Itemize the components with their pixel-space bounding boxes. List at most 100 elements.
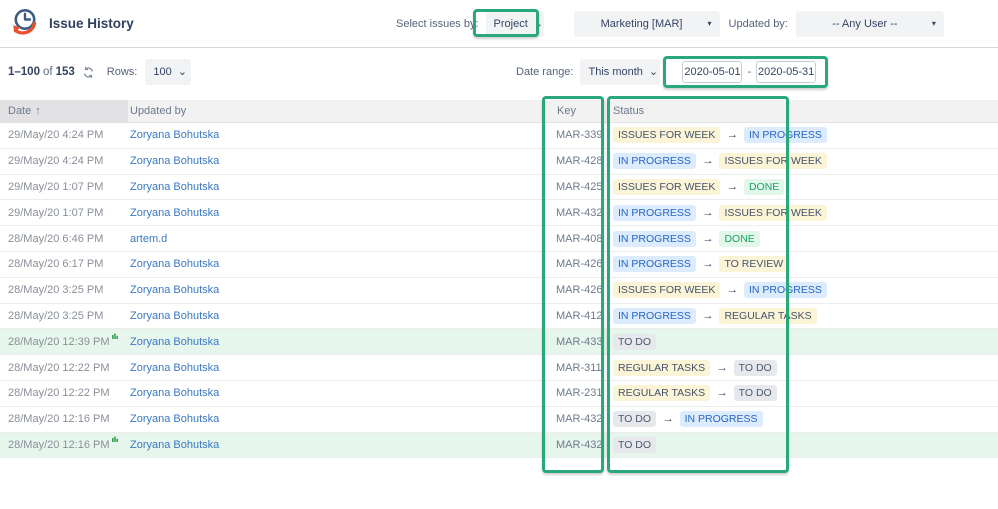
cell-key: MAR-426 — [556, 284, 603, 297]
sort-ascending-icon: ↑ — [35, 105, 41, 117]
table-row: 29/May/20 1:07 PM Zoryana Bohutska MAR-432… — [0, 200, 998, 227]
status-badge: IN PROGRESS — [613, 307, 696, 324]
status-badge: ISSUES FOR WEEK — [613, 282, 721, 299]
cell-status: REGULAR TASKS → TO DO — [604, 385, 998, 402]
transition-arrow-icon: → — [716, 361, 728, 374]
table-header: Date ↑ Updated by Key Status — [0, 100, 998, 123]
transition-arrow-icon: → — [662, 413, 674, 426]
column-header-updated-by[interactable]: Updated by — [128, 100, 544, 122]
user-link[interactable]: Zoryana Bohutska — [130, 362, 219, 374]
cell-updated-by: artem.d — [128, 233, 544, 245]
date-preset-dropdown[interactable]: This month ⌄ — [580, 59, 661, 85]
column-header-key[interactable]: Key — [544, 100, 604, 122]
cell-date: 28/May/20 3:25 PM — [8, 309, 104, 322]
user-link[interactable]: Zoryana Bohutska — [130, 284, 219, 296]
cell-key: MAR-339 — [556, 129, 603, 142]
cell-status: IN PROGRESS → DONE — [604, 230, 998, 247]
updated-by-label: Updated by: — [728, 17, 788, 30]
cell-status: TO DO — [604, 436, 998, 453]
table-row: 29/May/20 4:24 PM Zoryana Bohutska MAR-339… — [0, 123, 998, 149]
user-link[interactable]: Zoryana Bohutska — [130, 413, 219, 425]
status-badge: IN PROGRESS — [743, 282, 827, 299]
caret-down-icon: ▾ — [931, 19, 936, 28]
chevron-down-icon: ⌄ — [648, 66, 659, 78]
date-separator: - — [747, 66, 752, 78]
cell-status: IN PROGRESS → REGULAR TASKS — [604, 307, 998, 324]
user-link[interactable]: Zoryana Bohutska — [130, 336, 219, 348]
user-link[interactable]: Zoryana Bohutska — [130, 439, 219, 451]
status-badge: REGULAR TASKS — [719, 307, 817, 324]
issues-by-dropdown[interactable]: Project ⌄ — [485, 10, 544, 37]
app-header: Issue History Select issues by: Project … — [0, 0, 998, 48]
new-entry-indicator-icon — [111, 433, 118, 445]
pagination-group: 1–100 of 153 Rows: 100 ⌄ — [8, 48, 192, 96]
cell-updated-by: Zoryana Bohutska — [128, 387, 544, 399]
status-badge: ISSUES FOR WEEK — [613, 127, 721, 144]
issue-history-app: Issue History Select issues by: Project … — [0, 0, 998, 509]
status-badge: REGULAR TASKS — [613, 359, 711, 376]
cell-status: ISSUES FOR WEEK → DONE — [604, 178, 998, 195]
caret-down-icon: ▾ — [707, 19, 712, 28]
table-body: 29/May/20 4:24 PM Zoryana Bohutska MAR-339… — [0, 123, 998, 459]
table-row: 28/May/20 12:22 PM Zoryana Bohutska MAR-23… — [0, 381, 998, 407]
cell-updated-by: Zoryana Bohutska — [128, 362, 544, 374]
cell-updated-by: Zoryana Bohutska — [128, 310, 544, 322]
cell-key: MAR-408 — [556, 232, 603, 245]
status-badge: IN PROGRESS — [613, 153, 696, 170]
column-header-date[interactable]: Date ↑ — [0, 100, 128, 122]
status-badge: DONE — [719, 230, 760, 247]
cell-key: MAR-311 — [556, 361, 602, 374]
status-badge: ISSUES FOR WEEK — [719, 204, 827, 221]
table-row: 28/May/20 12:39 PM Zoryana Bohutska MAR-43… — [0, 329, 998, 356]
cell-date: 29/May/20 4:24 PM — [8, 129, 104, 142]
user-link[interactable]: Zoryana Bohutska — [130, 207, 219, 219]
status-badge: TO DO — [733, 359, 777, 376]
cell-date: 29/May/20 4:24 PM — [8, 155, 104, 168]
user-link[interactable]: Zoryana Bohutska — [130, 155, 219, 167]
page-title: Issue History — [49, 15, 134, 31]
status-badge: TO DO — [733, 385, 777, 402]
rows-per-page-dropdown[interactable]: 100 ⌄ — [145, 59, 192, 85]
status-badge: IN PROGRESS — [613, 204, 696, 221]
cell-updated-by: Zoryana Bohutska — [128, 439, 544, 451]
status-badge: TO REVIEW — [719, 256, 789, 273]
toolbar: 1–100 of 153 Rows: 100 ⌄ Date range: This … — [0, 48, 998, 96]
status-badge: ISSUES FOR WEEK — [719, 153, 827, 170]
cell-key: MAR-428 — [556, 155, 603, 168]
status-badge: REGULAR TASKS — [613, 385, 711, 402]
column-header-status[interactable]: Status — [604, 100, 998, 122]
cell-status: IN PROGRESS → ISSUES FOR WEEK — [604, 204, 998, 221]
date-to-input[interactable] — [756, 61, 817, 83]
cell-updated-by: Zoryana Bohutska — [128, 258, 544, 270]
project-dropdown[interactable]: Marketing [MAR] ▾ — [573, 10, 720, 37]
new-entry-indicator-icon — [111, 330, 118, 342]
table-row: 28/May/20 12:16 PM Zoryana Bohutska MAR-43… — [0, 432, 998, 459]
transition-arrow-icon: → — [726, 180, 738, 193]
transition-arrow-icon: → — [701, 258, 714, 271]
cell-status: IN PROGRESS → ISSUES FOR WEEK — [604, 153, 998, 170]
refresh-icon[interactable] — [82, 66, 95, 79]
user-link[interactable]: artem.d — [130, 233, 167, 245]
status-badge: IN PROGRESS — [613, 230, 696, 247]
user-link[interactable]: Zoryana Bohutska — [130, 387, 219, 399]
user-link[interactable]: Zoryana Bohutska — [130, 258, 219, 270]
cell-date: 28/May/20 12:16 PM — [0, 436, 128, 451]
cell-date: 28/May/20 12:22 PM — [8, 387, 110, 400]
status-badge: IN PROGRESS — [613, 256, 696, 273]
range-current: 1–100 — [8, 66, 40, 78]
issue-history-logo-icon — [8, 6, 40, 40]
user-dropdown[interactable]: -- Any User -- ▾ — [795, 10, 944, 37]
status-badge: IN PROGRESS — [679, 411, 763, 428]
user-link[interactable]: Zoryana Bohutska — [130, 181, 219, 193]
cell-updated-by: Zoryana Bohutska — [128, 336, 544, 348]
transition-arrow-icon: → — [726, 129, 738, 142]
date-from-input[interactable] — [682, 61, 743, 83]
cell-date: 28/May/20 12:22 PM — [8, 361, 110, 374]
chevron-down-icon: ⌄ — [533, 17, 544, 30]
cell-status: ISSUES FOR WEEK → IN PROGRESS — [604, 282, 998, 299]
user-link[interactable]: Zoryana Bohutska — [130, 129, 219, 141]
rows-label: Rows: — [106, 66, 138, 78]
user-link[interactable]: Zoryana Bohutska — [130, 310, 219, 322]
cell-key: MAR-433 — [556, 335, 603, 348]
cell-date: 28/May/20 3:25 PM — [8, 284, 104, 297]
